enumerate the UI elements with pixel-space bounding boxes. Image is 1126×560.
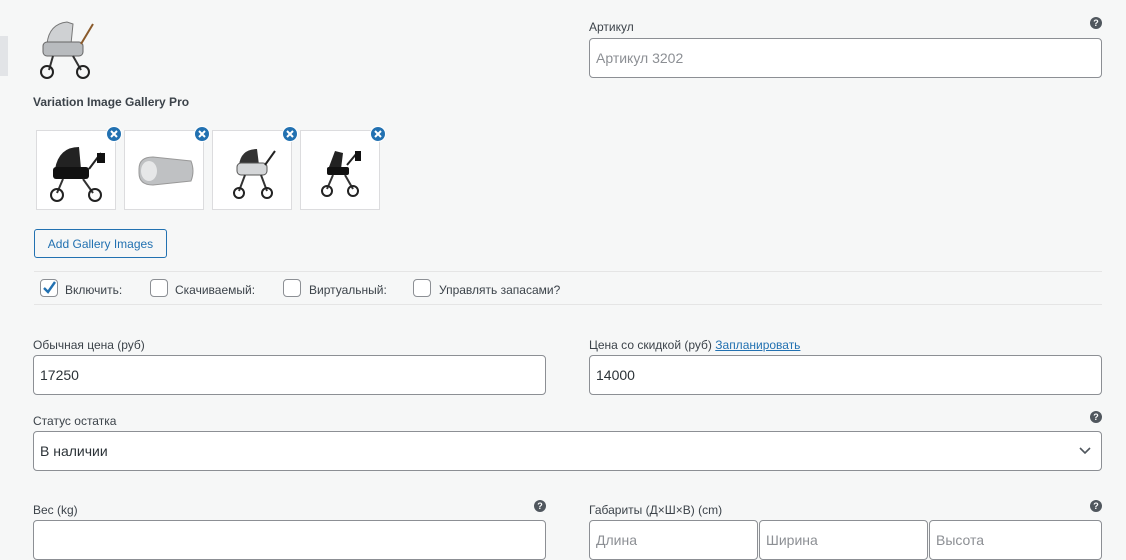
- checkmark-icon: [43, 281, 56, 294]
- footmuff-image: [138, 156, 194, 186]
- regular-price-label: Обычная цена (руб): [33, 338, 145, 352]
- stroller-black-image: [50, 147, 105, 202]
- height-input[interactable]: Высота: [929, 520, 1102, 560]
- weight-input[interactable]: [33, 520, 546, 560]
- enable-checkbox[interactable]: [40, 279, 58, 297]
- left-edge-panel: [0, 0, 8, 541]
- stroller-image: [40, 21, 94, 79]
- left-edge-tab: [0, 36, 8, 76]
- enable-label: Включить:: [65, 283, 123, 297]
- gallery-thumb[interactable]: [124, 130, 204, 210]
- sale-price-label: Цена со скидкой (руб) Запланировать: [589, 338, 800, 352]
- length-input[interactable]: Длина: [589, 520, 758, 560]
- stock-status-value: В наличии: [40, 443, 108, 459]
- manage-stock-checkbox[interactable]: [413, 279, 431, 297]
- remove-image-icon[interactable]: [194, 126, 210, 142]
- stroller-grey-image: [233, 149, 276, 199]
- question-icon[interactable]: ?: [1090, 411, 1102, 423]
- remove-image-icon[interactable]: [282, 126, 298, 142]
- question-icon[interactable]: ?: [1090, 17, 1102, 29]
- divider: [34, 304, 1102, 305]
- question-icon[interactable]: ?: [1090, 500, 1102, 512]
- virtual-label: Виртуальный:: [309, 283, 387, 297]
- question-icon[interactable]: ?: [534, 500, 546, 512]
- gallery-title: Variation Image Gallery Pro: [33, 95, 190, 109]
- width-input[interactable]: Ширина: [759, 520, 928, 560]
- gallery-thumb[interactable]: [300, 130, 380, 210]
- divider: [34, 271, 1102, 272]
- manage-stock-label: Управлять запасами?: [439, 283, 561, 297]
- variation-main-image[interactable]: [33, 14, 101, 80]
- downloadable-checkbox[interactable]: [150, 279, 168, 297]
- remove-image-icon[interactable]: [106, 126, 122, 142]
- sku-input[interactable]: Артикул 3202: [589, 38, 1102, 78]
- stock-status-select[interactable]: В наличии: [33, 431, 1102, 471]
- remove-image-icon[interactable]: [370, 126, 386, 142]
- stroller-seat-image: [321, 151, 361, 197]
- weight-label: Вес (kg): [33, 503, 78, 517]
- regular-price-input[interactable]: 17250: [33, 355, 546, 395]
- sale-price-input[interactable]: 14000: [589, 355, 1102, 395]
- stock-status-label: Статус остатка: [33, 414, 117, 428]
- add-gallery-images-button[interactable]: Add Gallery Images: [34, 229, 167, 258]
- sale-price-label-text: Цена со скидкой (руб): [589, 338, 712, 352]
- virtual-checkbox[interactable]: [283, 279, 301, 297]
- gallery-thumb[interactable]: [36, 130, 116, 210]
- gallery-thumb[interactable]: [212, 130, 292, 210]
- schedule-link[interactable]: Запланировать: [715, 338, 800, 352]
- dimensions-label: Габариты (Д×Ш×В) (cm): [589, 503, 723, 517]
- downloadable-label: Скачиваемый:: [175, 283, 256, 297]
- sku-label: Артикул: [589, 20, 634, 34]
- chevron-down-icon: [1079, 447, 1091, 455]
